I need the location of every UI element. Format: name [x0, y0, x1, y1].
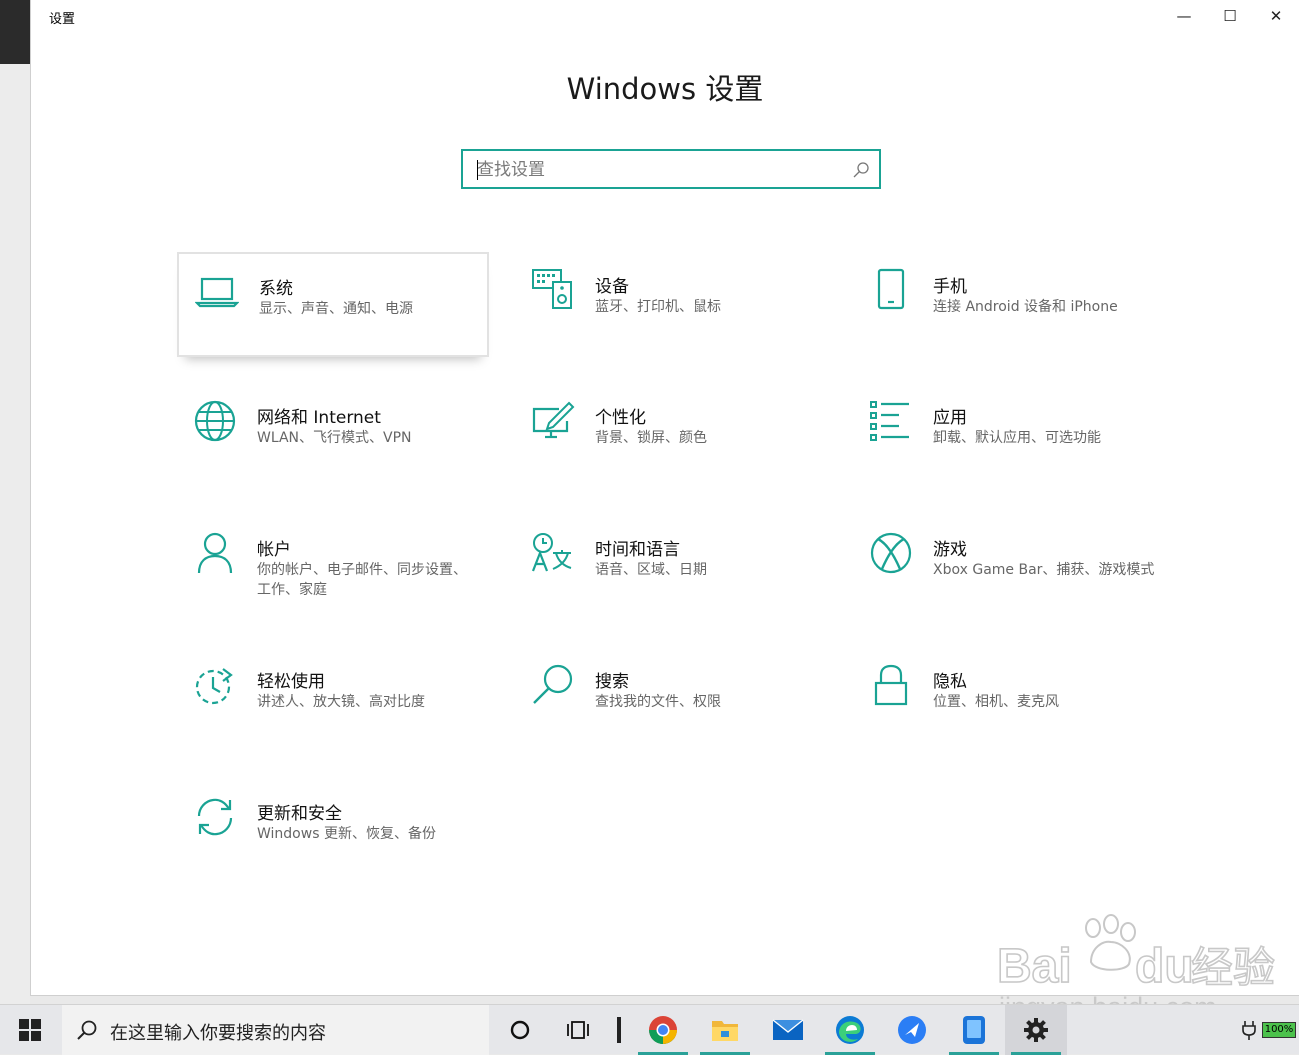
tile-title: 个性化 — [595, 408, 646, 428]
tile-title: 帐户 — [257, 540, 291, 560]
tile-apps[interactable]: 应用 卸载、默认应用、可选功能 — [853, 383, 1165, 488]
tile-title: 轻松使用 — [257, 672, 325, 692]
search-icon[interactable] — [851, 160, 871, 180]
taskbar-app-settings[interactable] — [1005, 1005, 1067, 1055]
feishu-icon — [898, 1016, 926, 1044]
tile-subtitle: 你的帐户、电子邮件、同步设置、工作、家庭 — [257, 562, 467, 598]
minimize-button[interactable]: — — [1161, 0, 1207, 32]
search-icon — [533, 664, 573, 704]
background-window-edge — [0, 0, 30, 64]
edge-icon — [836, 1016, 864, 1044]
taskbar-app-chrome[interactable] — [632, 1005, 694, 1055]
ease-of-access-icon — [195, 668, 233, 705]
tile-system[interactable]: 系统 显示、声音、通知、电源 — [177, 252, 489, 357]
sync-icon — [197, 798, 233, 836]
taskbar-app-mail[interactable] — [757, 1005, 819, 1055]
windows-logo-icon — [19, 1019, 41, 1041]
tile-search[interactable]: 搜索 查找我的文件、权限 — [515, 647, 827, 752]
tile-subtitle: 蓝牙、打印机、鼠标 — [595, 299, 721, 315]
text-caret — [477, 160, 478, 180]
taskbar-app-phone-link[interactable] — [943, 1005, 1005, 1055]
tile-title: 时间和语言 — [595, 540, 680, 560]
title-bar[interactable]: 设置 — ☐ ✕ — [31, 0, 1299, 32]
settings-search-box[interactable] — [461, 149, 881, 189]
cortana-icon — [510, 1020, 530, 1040]
tile-ease-of-access[interactable]: 轻松使用 讲述人、放大镜、高对比度 — [177, 647, 489, 752]
tile-subtitle: 背景、锁屏、颜色 — [595, 430, 707, 446]
tile-subtitle: 卸载、默认应用、可选功能 — [933, 430, 1101, 446]
tile-title: 手机 — [933, 277, 967, 297]
maximize-button[interactable]: ☐ — [1207, 0, 1253, 32]
taskbar-app-edge[interactable] — [819, 1005, 881, 1055]
search-icon — [77, 1020, 97, 1040]
phone-link-icon — [963, 1016, 985, 1044]
tile-personalization[interactable]: 个性化 背景、锁屏、颜色 — [515, 383, 827, 488]
settings-gear-icon — [1024, 1018, 1048, 1042]
battery-percent: 100% — [1264, 1024, 1294, 1035]
taskbar-app-feishu[interactable] — [881, 1005, 943, 1055]
system-tray[interactable]: 100% — [1239, 1005, 1299, 1055]
page-title: Windows 设置 — [566, 72, 764, 106]
power-plug-icon — [1242, 1021, 1256, 1040]
taskbar-divider — [617, 1017, 621, 1043]
mail-icon — [772, 1019, 804, 1040]
laptop-icon — [195, 277, 239, 308]
globe-icon — [194, 400, 236, 442]
tile-subtitle: Xbox Game Bar、捕获、游戏模式 — [933, 562, 1155, 578]
tile-subtitle: 讲述人、放大镜、高对比度 — [257, 694, 425, 710]
apps-list-icon — [870, 401, 909, 441]
tile-devices[interactable]: 设备 蓝牙、打印机、鼠标 — [515, 252, 827, 357]
tile-title: 隐私 — [933, 672, 967, 692]
tile-network[interactable]: 网络和 Internet WLAN、飞行模式、VPN — [177, 383, 489, 488]
start-button[interactable] — [0, 1005, 60, 1055]
paint-icon — [532, 401, 575, 439]
xbox-icon — [870, 532, 912, 574]
tile-title: 搜索 — [595, 672, 629, 692]
tile-subtitle: 显示、声音、通知、电源 — [259, 301, 413, 317]
tile-subtitle: 连接 Android 设备和 iPhone — [933, 299, 1118, 315]
time-language-icon — [531, 533, 572, 572]
tile-title: 系统 — [259, 279, 293, 299]
tile-title: 应用 — [933, 408, 967, 428]
tile-update-security[interactable]: 更新和安全 Windows 更新、恢复、备份 — [177, 779, 489, 884]
search-input[interactable] — [475, 158, 839, 182]
tile-subtitle: 查找我的文件、权限 — [595, 694, 721, 710]
cortana-button[interactable] — [489, 1005, 551, 1055]
tile-title: 游戏 — [933, 540, 967, 560]
battery-indicator[interactable]: 100% — [1262, 1022, 1296, 1038]
tile-subtitle: Windows 更新、恢复、备份 — [257, 826, 436, 842]
tile-title: 更新和安全 — [257, 804, 342, 824]
task-view-icon — [567, 1021, 589, 1039]
taskbar-search-box[interactable]: 在这里输入你要搜索的内容 — [62, 1005, 489, 1055]
person-icon — [197, 532, 233, 574]
tile-subtitle: 语音、区域、日期 — [595, 562, 707, 578]
taskbar: 在这里输入你要搜索的内容 100% — [0, 1004, 1299, 1055]
lock-icon — [874, 664, 908, 706]
tile-accounts[interactable]: 帐户 你的帐户、电子邮件、同步设置、工作、家庭 — [177, 515, 489, 620]
tile-subtitle: 位置、相机、麦克风 — [933, 694, 1059, 710]
devices-icon — [532, 269, 572, 309]
task-view-button[interactable] — [548, 1005, 610, 1055]
close-button[interactable]: ✕ — [1253, 0, 1299, 32]
app-title: 设置 — [49, 12, 76, 27]
tile-time-language[interactable]: 时间和语言 语音、区域、日期 — [515, 515, 827, 620]
tile-subtitle: WLAN、飞行模式、VPN — [257, 430, 412, 446]
tile-gaming[interactable]: 游戏 Xbox Game Bar、捕获、游戏模式 — [853, 515, 1165, 620]
file-explorer-icon — [712, 1021, 738, 1041]
phone-icon — [877, 268, 905, 310]
taskbar-search-text: 在这里输入你要搜索的内容 — [110, 1023, 326, 1044]
settings-window: 设置 — ☐ ✕ Windows 设置 系统 显示、声音、通知、电源 设备 蓝牙… — [30, 0, 1299, 996]
taskbar-app-file-explorer[interactable] — [694, 1005, 756, 1055]
desktop-background — [0, 0, 30, 1004]
tile-title: 设备 — [595, 277, 629, 297]
tile-privacy[interactable]: 隐私 位置、相机、麦克风 — [853, 647, 1165, 752]
tile-title: 网络和 Internet — [257, 408, 381, 428]
chrome-icon — [649, 1016, 677, 1044]
tile-phone[interactable]: 手机 连接 Android 设备和 iPhone — [853, 252, 1165, 357]
